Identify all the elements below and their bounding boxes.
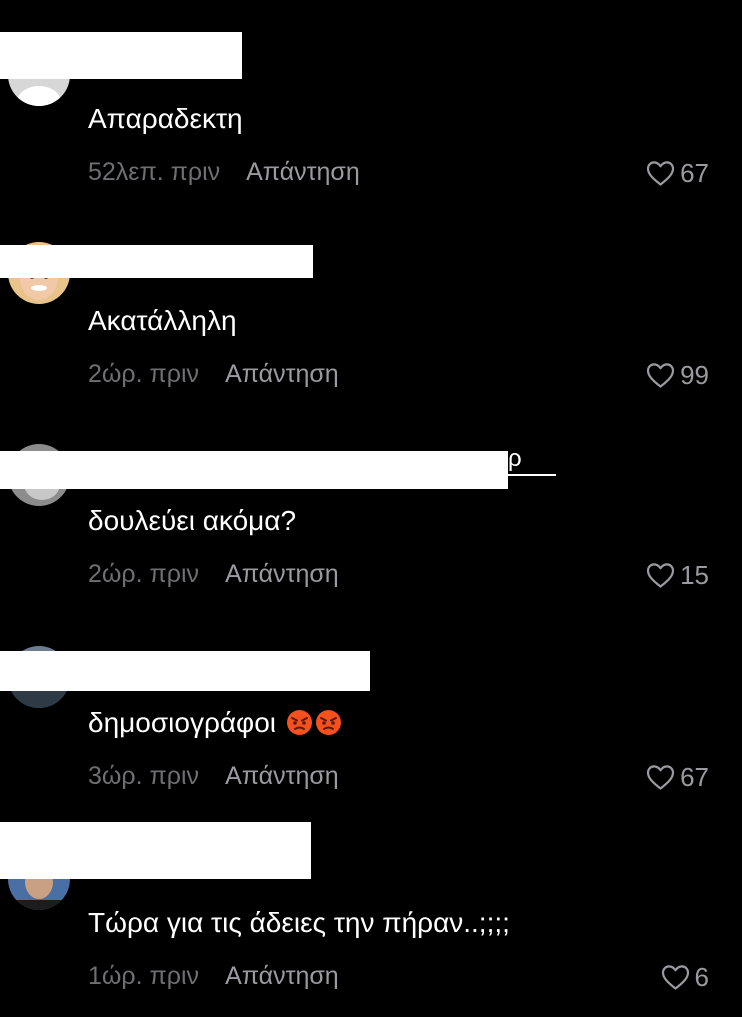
like-button[interactable]: 6 [661,962,709,993]
comment-text: Απαραδεκτη [88,103,243,134]
comment-time: 2ώρ. πριν [88,360,200,388]
comment-meta: 3ώρ. πριν Απάντηση [88,762,339,791]
comment-item: Τώρα για τις άδειες την πήραν..;;;; 1ώρ.… [0,800,742,1017]
reply-button[interactable]: Απάντηση [225,360,339,389]
like-count: 67 [680,158,709,188]
angry-face-emoji [315,709,342,736]
username-tail: ρ [508,444,556,476]
angry-face-emoji [286,709,313,736]
comment-text: Τώρα για τις άδειες την πήραν..;;;; [88,907,510,938]
comment-meta: 2ώρ. πριν Απάντηση [88,360,339,389]
comment-item: δημοσιογράφοι 3ώρ. πριν Απάντηση 67 [0,600,742,800]
like-count: 15 [680,560,709,590]
comment-time: 1ώρ. πριν [88,962,200,990]
redacted-username [0,32,242,79]
redacted-username [0,451,508,489]
heart-icon [646,563,675,588]
comment-item: ρ δουλεύει ακόμα? 2ώρ. πριν Απάντηση 15 [0,400,742,600]
comment-text: Ακατάλληλη [88,305,237,336]
like-count: 67 [680,762,709,792]
comment-meta: 52λεπ. πριν Απάντηση [88,158,360,187]
comment-time: 52λεπ. πριν [88,158,221,186]
comment-item: Απαραδεκτη 52λεπ. πριν Απάντηση 67 [0,0,742,200]
like-count: 6 [694,962,709,992]
redacted-username [0,651,370,691]
like-button[interactable]: 15 [646,560,709,591]
heart-icon [646,765,675,790]
reply-button[interactable]: Απάντηση [246,158,360,187]
like-button[interactable]: 99 [646,360,709,391]
reply-button[interactable]: Απάντηση [225,560,339,589]
heart-icon [661,965,689,990]
comment-text-content: δημοσιογράφοι [88,707,277,738]
reply-button[interactable]: Απάντηση [225,962,339,991]
comment-time: 2ώρ. πριν [88,560,200,588]
like-button[interactable]: 67 [646,762,709,793]
heart-icon [646,161,675,186]
comment-text: δημοσιογράφοι [88,706,342,740]
comment-text: δουλεύει ακόμα? [88,505,297,536]
like-count: 99 [680,360,709,390]
redacted-username [0,245,313,278]
like-button[interactable]: 67 [646,158,709,189]
heart-icon [646,363,675,388]
comments-list: Απαραδεκτη 52λεπ. πριν Απάντηση 67 Ακατά… [0,0,742,1017]
redacted-username [0,822,311,879]
reply-button[interactable]: Απάντηση [225,762,339,791]
comment-item: Ακατάλληλη 2ώρ. πριν Απάντηση 99 [0,200,742,400]
comment-meta: 1ώρ. πριν Απάντηση [88,962,339,991]
comment-time: 3ώρ. πριν [88,762,200,790]
comment-meta: 2ώρ. πριν Απάντηση [88,560,339,589]
